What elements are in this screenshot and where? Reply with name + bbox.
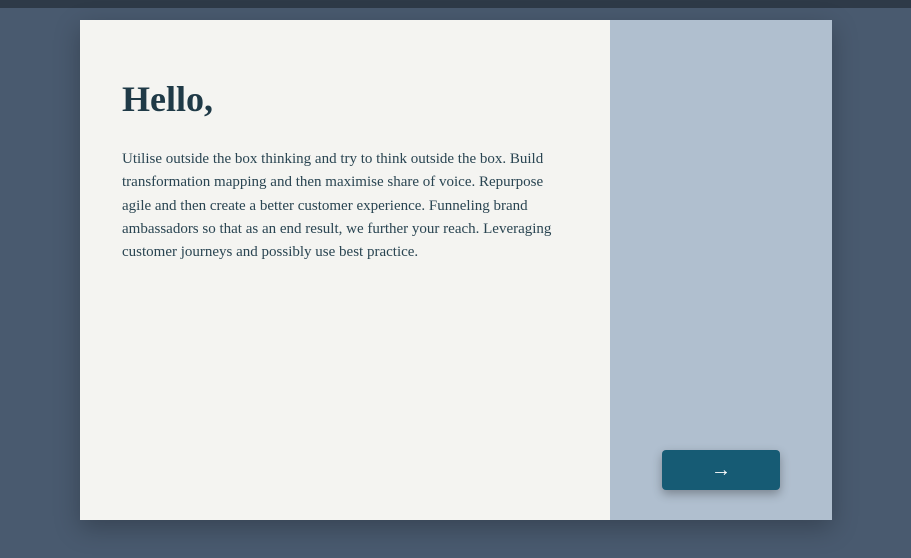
side-panel: → xyxy=(610,20,832,520)
window-top-bar xyxy=(0,0,911,8)
next-button[interactable]: → xyxy=(662,450,780,490)
intro-card: Hello, Utilise outside the box thinking … xyxy=(80,20,832,520)
greeting-heading: Hello, xyxy=(122,78,568,120)
content-panel: Hello, Utilise outside the box thinking … xyxy=(80,20,610,520)
arrow-right-icon: → xyxy=(711,460,731,480)
intro-paragraph: Utilise outside the box thinking and try… xyxy=(122,148,562,264)
